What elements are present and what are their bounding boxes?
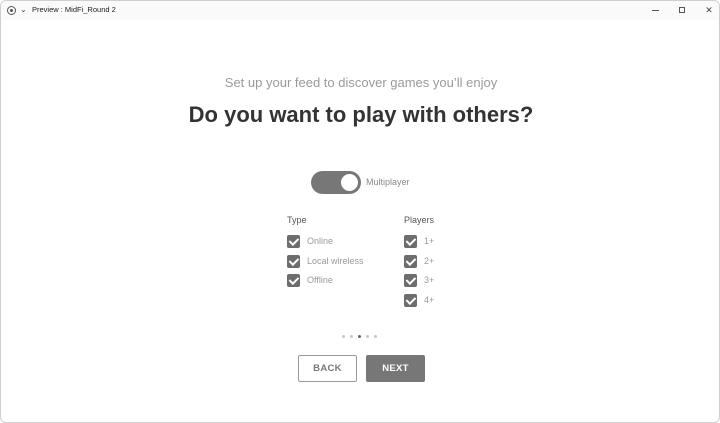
minimize-button[interactable]	[641, 3, 669, 17]
title-bar: ⌄ Preview : MidFi_Round 2 ✕	[1, 1, 719, 20]
page-title: Do you want to play with others?	[188, 102, 534, 127]
option-label: 1+	[424, 236, 435, 246]
minimize-icon	[651, 9, 659, 11]
preview-window: ⌄ Preview : MidFi_Round 2 ✕ Set up your …	[0, 0, 720, 423]
chevron-down-icon[interactable]: ⌄	[20, 5, 27, 14]
type-heading: Type	[287, 215, 307, 225]
toggle-knob	[341, 174, 358, 191]
back-button[interactable]: BACK	[298, 355, 357, 382]
pagination-dots	[342, 335, 377, 338]
checkbox-checked-icon[interactable]	[404, 293, 417, 307]
players-heading: Players	[404, 215, 435, 225]
option-label: 2+	[424, 256, 435, 266]
type-option-local-wireless[interactable]: Local wireless	[287, 254, 364, 268]
type-option-offline[interactable]: Offline	[287, 273, 333, 287]
option-label: Local wireless	[307, 256, 364, 266]
page-dot-active[interactable]	[358, 335, 361, 338]
next-button[interactable]: NEXT	[366, 355, 425, 382]
option-label: Online	[307, 236, 334, 246]
checkbox-checked-icon[interactable]	[287, 234, 300, 248]
page-dot[interactable]	[374, 335, 377, 338]
app-icon	[7, 6, 16, 15]
checkbox-checked-icon[interactable]	[287, 273, 300, 287]
page-subtitle: Set up your feed to discover games you’l…	[224, 75, 498, 90]
window-title: Preview : MidFi_Round 2	[32, 5, 116, 14]
players-option-2plus[interactable]: 2+	[404, 254, 434, 268]
close-icon: ✕	[705, 4, 713, 15]
type-option-online[interactable]: Online	[287, 234, 333, 248]
checkbox-checked-icon[interactable]	[404, 254, 417, 268]
option-label: Offline	[307, 275, 333, 285]
players-option-4plus[interactable]: 4+	[404, 293, 434, 307]
checkbox-checked-icon[interactable]	[287, 254, 300, 268]
page-dot[interactable]	[342, 335, 345, 338]
page-dot[interactable]	[366, 335, 369, 338]
checkbox-checked-icon[interactable]	[404, 273, 417, 287]
close-button[interactable]: ✕	[695, 3, 719, 17]
maximize-button[interactable]	[668, 3, 696, 17]
players-option-3plus[interactable]: 3+	[404, 273, 434, 287]
checkbox-checked-icon[interactable]	[404, 234, 417, 248]
maximize-icon	[679, 7, 685, 13]
page-dot[interactable]	[350, 335, 353, 338]
multiplayer-toggle[interactable]	[311, 171, 361, 194]
multiplayer-label: Multiplayer	[366, 177, 410, 187]
option-label: 4+	[424, 295, 435, 305]
players-option-1plus[interactable]: 1+	[404, 234, 434, 248]
option-label: 3+	[424, 275, 435, 285]
